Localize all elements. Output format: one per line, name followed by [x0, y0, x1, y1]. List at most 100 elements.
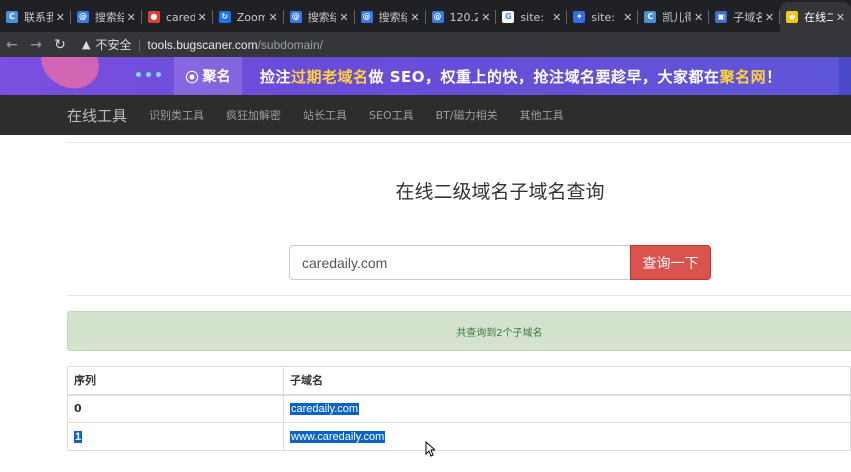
- browser-tab[interactable]: ● caredaily✕: [142, 2, 213, 32]
- care-icon: ●: [147, 11, 160, 23]
- back-button[interactable]: ←: [0, 37, 24, 53]
- row-subdomain[interactable]: caredaily.com: [290, 403, 360, 416]
- forward-button[interactable]: →: [24, 37, 48, 53]
- table-row: 1 www.caredaily.com: [67, 422, 851, 451]
- row-subdomain[interactable]: www.caredaily.com: [290, 431, 386, 443]
- divider: [67, 295, 851, 296]
- browser-tab[interactable]: @120.2 ✕: [426, 2, 497, 32]
- close-tab-icon[interactable]: ✕: [127, 11, 136, 24]
- url-path: /subdomain/: [257, 37, 323, 52]
- browser-tab-title: 凯儿得: [662, 11, 691, 24]
- doc-search-icon: @: [360, 11, 373, 23]
- nav-item-webmaster[interactable]: 站长工具: [303, 107, 347, 123]
- close-tab-icon[interactable]: ✕: [836, 11, 845, 24]
- c-icon: C: [6, 11, 18, 23]
- site-brand[interactable]: 在线工具: [67, 105, 127, 126]
- banner-slogan: 捡注过期老域名做 SEO，权重上的快，抢注域名要趁早，大家都在聚名网！: [260, 66, 782, 87]
- divider: [67, 142, 851, 143]
- browser-tab[interactable]: @ 搜索结 ✕: [284, 2, 355, 32]
- python-icon: ◆: [786, 11, 799, 23]
- close-tab-icon[interactable]: ✕: [552, 11, 561, 24]
- browser-tab[interactable]: @ 搜索结 ✕: [355, 2, 426, 32]
- browser-tab[interactable]: C 凯儿得 ✕: [638, 2, 710, 32]
- url-host: tools.bugscaner.com: [147, 37, 258, 52]
- browser-tab[interactable]: @ 搜索结 ✕: [71, 2, 142, 32]
- browser-tab-title: 120.2: [449, 10, 479, 24]
- table-header-row: 序列 子域名: [67, 366, 851, 396]
- browser-tab-title: 在线二: [804, 11, 833, 24]
- nav-item-other[interactable]: 其他工具: [520, 107, 564, 123]
- nav-item-seo[interactable]: SEO工具: [369, 107, 414, 123]
- close-tab-icon[interactable]: ✕: [694, 11, 703, 24]
- browser-tab[interactable]: ✦ site: ✕: [567, 2, 639, 32]
- banner-edge: [839, 57, 851, 95]
- slogan-part-2: 过期老域名: [291, 68, 369, 86]
- security-label[interactable]: 不安全: [95, 36, 131, 53]
- query-button[interactable]: 查询一下: [630, 245, 711, 280]
- browser-tab[interactable]: ◆ 在线二 ✕: [780, 2, 851, 32]
- subdomain-table: 序列 子域名 0 caredaily.com 1 www.caredaily.c…: [67, 366, 851, 451]
- url-field[interactable]: tools.bugscaner.com/subdomain/: [148, 38, 323, 52]
- banner-logo-text: 聚名: [202, 69, 231, 85]
- browser-tab-title: Zoom: [236, 10, 266, 24]
- close-tab-icon[interactable]: ✕: [339, 11, 348, 24]
- table-row: 0 caredaily.com: [67, 394, 851, 423]
- tool-icon: ▣: [715, 11, 728, 23]
- slogan-part-5: ！: [766, 68, 782, 86]
- close-tab-icon[interactable]: ✕: [765, 11, 774, 24]
- search-form: 查询一下: [289, 245, 711, 280]
- browser-tab-title: site:: [520, 10, 545, 24]
- nav-item-bt[interactable]: BT/磁力相关: [436, 107, 498, 123]
- text-cursor-icon: [425, 441, 435, 457]
- browser-tab-title: 搜索结: [378, 11, 408, 24]
- close-tab-icon[interactable]: ✕: [56, 11, 65, 24]
- browser-tab-title: 搜索结: [94, 11, 124, 24]
- browser-tab-title: 搜索结: [307, 11, 337, 24]
- slogan-part-4: 聚名网: [719, 68, 767, 86]
- column-header-subdomain: 子域名: [283, 366, 851, 396]
- slogan-part-3: 做 SEO，权重上的快，抢注域名要趁早，大家都在: [368, 68, 720, 86]
- row-index: 0: [67, 394, 284, 423]
- nav-item-crypto[interactable]: 疯狂加解密: [226, 107, 281, 123]
- browser-tab-title: 联系我: [24, 11, 53, 24]
- row-subdomain-cell: caredaily.com: [283, 394, 851, 423]
- slogan-part-1: 捡注: [260, 68, 292, 86]
- browser-tab-title: site:: [591, 10, 615, 24]
- browser-tab[interactable]: Gsite: ✕: [496, 2, 568, 32]
- close-tab-icon[interactable]: ✕: [623, 11, 632, 24]
- row-subdomain-cell: www.caredaily.com: [283, 422, 851, 451]
- browser-tab[interactable]: C 联系我 ✕: [0, 2, 71, 32]
- column-header-index: 序列: [67, 366, 284, 396]
- close-tab-icon[interactable]: ✕: [198, 11, 207, 24]
- doc-search-icon: @: [76, 11, 89, 23]
- c-icon: C: [644, 11, 657, 23]
- browser-tab[interactable]: ▣ 子域名 ✕: [709, 2, 781, 32]
- close-tab-icon[interactable]: ✕: [481, 11, 490, 24]
- baidu-icon: ✦: [573, 11, 586, 23]
- result-summary-alert: 共查询到2个子域名: [67, 311, 851, 351]
- nav-item-recognition[interactable]: 识别类工具: [149, 107, 204, 123]
- loading-icon: ↻: [218, 11, 231, 23]
- banner-logo: ⦿ 聚名: [174, 57, 242, 95]
- doc-search-icon: @: [289, 11, 302, 23]
- close-tab-icon[interactable]: ✕: [268, 11, 277, 24]
- banner-dots: [136, 72, 161, 77]
- url-separator: |: [137, 37, 142, 52]
- juming-logo-icon: ⦿: [185, 70, 199, 86]
- browser-tab-title: 子域名: [733, 11, 762, 24]
- page-title: 在线二级域名子域名查询: [395, 181, 605, 203]
- browser-tab-title: caredaily: [165, 10, 195, 24]
- row-index: 1: [74, 431, 83, 443]
- browser-tab-bar: C联系我✕@搜索结✕●caredaily✕↻Zoom✕@搜索结✕@搜索结✕@12…: [0, 0, 851, 32]
- browser-address-bar: ← → ↻ ▲ 不安全 | tools.bugscaner.com/subdom…: [0, 32, 851, 57]
- row-index-cell: 1: [67, 422, 284, 451]
- doc-search-icon: @: [431, 11, 444, 23]
- google-icon: G: [502, 11, 515, 23]
- browser-tab[interactable]: ↻ Zoom ✕: [213, 2, 284, 32]
- warning-icon[interactable]: ▲: [82, 38, 90, 51]
- site-navbar: 在线工具 识别类工具 疯狂加解密 站长工具 SEO工具 BT/磁力相关 其他工具: [0, 95, 851, 135]
- ad-banner[interactable]: ⦿ 聚名 捡注过期老域名做 SEO，权重上的快，抢注域名要趁早，大家都在聚名网！: [0, 57, 851, 95]
- domain-search-input[interactable]: [289, 245, 630, 280]
- reload-button[interactable]: ↻: [48, 37, 72, 53]
- close-tab-icon[interactable]: ✕: [410, 11, 419, 24]
